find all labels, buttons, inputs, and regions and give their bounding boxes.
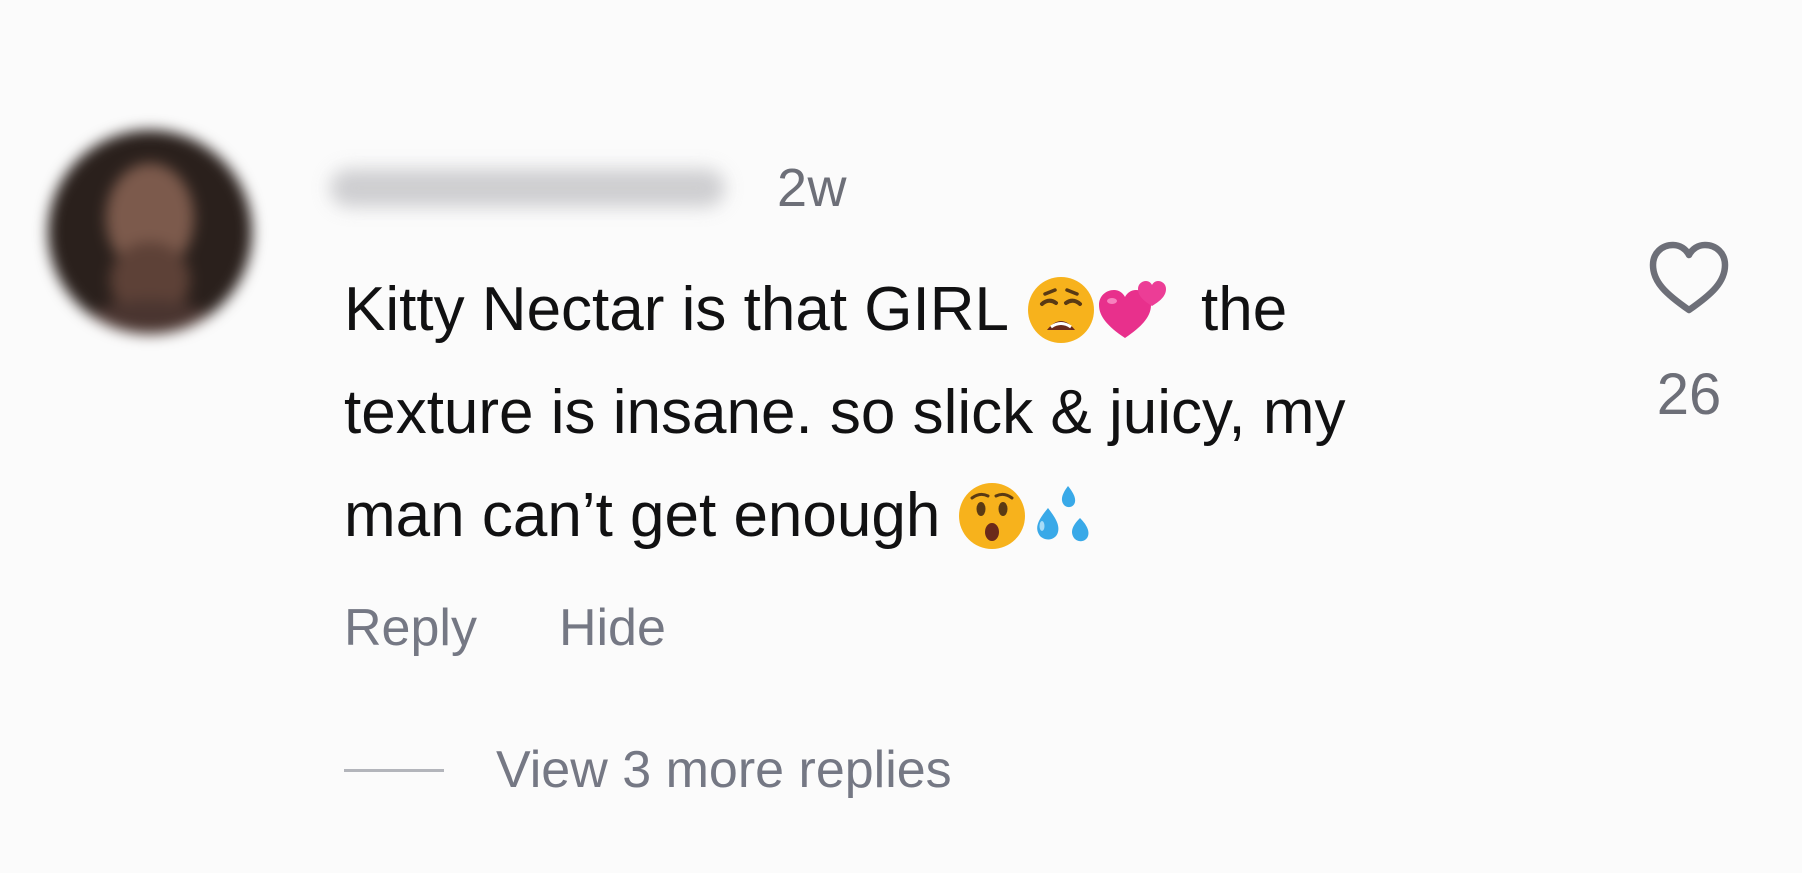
view-more-replies-button[interactable]: View 3 more replies — [344, 740, 952, 800]
avatar[interactable] — [48, 130, 252, 334]
weary-face-emoji — [1025, 274, 1097, 346]
comment-text-segment: texture is insane. so slick & juicy, my — [344, 378, 1346, 447]
comment-line: Kitty Nectar is that GIRL the — [344, 258, 1514, 361]
timestamp: 2w — [777, 158, 848, 218]
comment-header: 2w — [330, 156, 847, 220]
hide-button[interactable]: Hide — [559, 598, 666, 658]
reply-button[interactable]: Reply — [344, 598, 477, 658]
comment-text-segment: man can’t get enough — [344, 481, 941, 550]
reply-thread-line — [344, 768, 444, 772]
like-section: 26 — [1648, 240, 1730, 428]
comment-line: man can’t get enough — [344, 464, 1514, 567]
comment-item: 2w Kitty Nectar is that GIRL the texture… — [0, 0, 1802, 873]
comment-text-segment: the — [1201, 275, 1288, 344]
hushed-face-emoji — [956, 480, 1028, 552]
comment-text-segment: Kitty Nectar is that GIRL — [344, 275, 1009, 344]
two-hearts-emoji — [1097, 274, 1169, 346]
sweat-droplets-emoji — [1028, 480, 1100, 552]
comment-line: texture is insane. so slick & juicy, my — [344, 361, 1514, 464]
heart-icon[interactable] — [1648, 240, 1730, 321]
username-blurred[interactable] — [330, 169, 725, 207]
comment-text: Kitty Nectar is that GIRL the texture is… — [344, 258, 1514, 567]
comment-actions: Reply Hide — [344, 598, 666, 658]
view-more-replies-label: View 3 more replies — [496, 741, 952, 799]
like-count: 26 — [1656, 362, 1722, 427]
